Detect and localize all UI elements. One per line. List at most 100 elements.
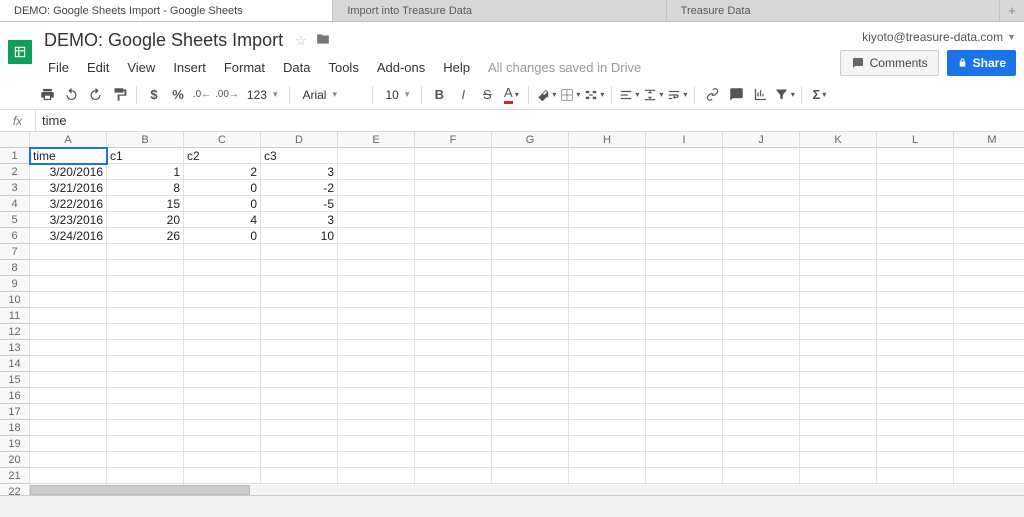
cell-A4[interactable]: 3/22/2016 bbox=[30, 196, 107, 212]
cell-K15[interactable] bbox=[800, 372, 877, 388]
cell-C4[interactable]: 0 bbox=[184, 196, 261, 212]
new-tab-button[interactable]: + bbox=[1000, 0, 1024, 21]
cell-G4[interactable] bbox=[492, 196, 569, 212]
cell-F14[interactable] bbox=[415, 356, 492, 372]
cell-A9[interactable] bbox=[30, 276, 107, 292]
paint-format-icon[interactable] bbox=[108, 83, 130, 107]
cell-E17[interactable] bbox=[338, 404, 415, 420]
cell-L12[interactable] bbox=[877, 324, 954, 340]
share-button[interactable]: Share bbox=[947, 50, 1016, 76]
cell-I18[interactable] bbox=[646, 420, 723, 436]
cell-I2[interactable] bbox=[646, 164, 723, 180]
cell-J20[interactable] bbox=[723, 452, 800, 468]
cell-G6[interactable] bbox=[492, 228, 569, 244]
horizontal-align-icon[interactable]: ▾ bbox=[618, 83, 640, 107]
cell-M9[interactable] bbox=[954, 276, 1024, 292]
cell-L11[interactable] bbox=[877, 308, 954, 324]
cell-A20[interactable] bbox=[30, 452, 107, 468]
redo-icon[interactable] bbox=[84, 83, 106, 107]
cell-A6[interactable]: 3/24/2016 bbox=[30, 228, 107, 244]
cell-A18[interactable] bbox=[30, 420, 107, 436]
cell-J12[interactable] bbox=[723, 324, 800, 340]
cell-M7[interactable] bbox=[954, 244, 1024, 260]
browser-tab-1[interactable]: Import into Treasure Data bbox=[333, 0, 666, 21]
cell-G18[interactable] bbox=[492, 420, 569, 436]
text-color-icon[interactable]: A▾ bbox=[500, 83, 522, 107]
folder-icon[interactable] bbox=[315, 32, 331, 49]
cell-J4[interactable] bbox=[723, 196, 800, 212]
cell-B16[interactable] bbox=[107, 388, 184, 404]
cell-F19[interactable] bbox=[415, 436, 492, 452]
cell-F12[interactable] bbox=[415, 324, 492, 340]
cell-H1[interactable] bbox=[569, 148, 646, 164]
cell-I12[interactable] bbox=[646, 324, 723, 340]
cell-L13[interactable] bbox=[877, 340, 954, 356]
cell-L20[interactable] bbox=[877, 452, 954, 468]
row-header-13[interactable]: 13 bbox=[0, 340, 30, 356]
cell-I11[interactable] bbox=[646, 308, 723, 324]
decimal-increase-icon[interactable]: .00→ bbox=[215, 83, 239, 107]
cell-F9[interactable] bbox=[415, 276, 492, 292]
cell-B10[interactable] bbox=[107, 292, 184, 308]
cell-L1[interactable] bbox=[877, 148, 954, 164]
cell-M1[interactable] bbox=[954, 148, 1024, 164]
column-header-C[interactable]: C bbox=[184, 132, 261, 148]
cell-M11[interactable] bbox=[954, 308, 1024, 324]
vertical-align-icon[interactable]: ▾ bbox=[642, 83, 664, 107]
cell-L7[interactable] bbox=[877, 244, 954, 260]
cell-D8[interactable] bbox=[261, 260, 338, 276]
cell-D1[interactable]: c3 bbox=[261, 148, 338, 164]
font-size-select[interactable]: 10▾ bbox=[379, 86, 415, 104]
cell-H11[interactable] bbox=[569, 308, 646, 324]
cell-F10[interactable] bbox=[415, 292, 492, 308]
cell-A12[interactable] bbox=[30, 324, 107, 340]
cell-B4[interactable]: 15 bbox=[107, 196, 184, 212]
cell-L8[interactable] bbox=[877, 260, 954, 276]
cell-L3[interactable] bbox=[877, 180, 954, 196]
cell-B3[interactable]: 8 bbox=[107, 180, 184, 196]
cell-F8[interactable] bbox=[415, 260, 492, 276]
cell-I19[interactable] bbox=[646, 436, 723, 452]
cell-D12[interactable] bbox=[261, 324, 338, 340]
cell-C17[interactable] bbox=[184, 404, 261, 420]
cell-K5[interactable] bbox=[800, 212, 877, 228]
font-select[interactable]: Arial▾ bbox=[296, 86, 366, 104]
document-title[interactable]: DEMO: Google Sheets Import bbox=[40, 28, 287, 53]
row-header-9[interactable]: 9 bbox=[0, 276, 30, 292]
cell-A17[interactable] bbox=[30, 404, 107, 420]
horizontal-scrollbar[interactable] bbox=[30, 485, 1024, 495]
undo-icon[interactable] bbox=[60, 83, 82, 107]
cell-J13[interactable] bbox=[723, 340, 800, 356]
cell-M18[interactable] bbox=[954, 420, 1024, 436]
cell-B1[interactable]: c1 bbox=[107, 148, 184, 164]
cell-C20[interactable] bbox=[184, 452, 261, 468]
cell-E1[interactable] bbox=[338, 148, 415, 164]
cell-A19[interactable] bbox=[30, 436, 107, 452]
row-header-15[interactable]: 15 bbox=[0, 372, 30, 388]
cell-J21[interactable] bbox=[723, 468, 800, 484]
user-email[interactable]: kiyoto@treasure-data.com ▼ bbox=[862, 30, 1016, 44]
cell-C18[interactable] bbox=[184, 420, 261, 436]
cell-L19[interactable] bbox=[877, 436, 954, 452]
cell-B6[interactable]: 26 bbox=[107, 228, 184, 244]
cell-E10[interactable] bbox=[338, 292, 415, 308]
cell-F11[interactable] bbox=[415, 308, 492, 324]
cell-H6[interactable] bbox=[569, 228, 646, 244]
cell-B14[interactable] bbox=[107, 356, 184, 372]
cell-L2[interactable] bbox=[877, 164, 954, 180]
cell-J18[interactable] bbox=[723, 420, 800, 436]
cell-G10[interactable] bbox=[492, 292, 569, 308]
cell-D5[interactable]: 3 bbox=[261, 212, 338, 228]
cell-I3[interactable] bbox=[646, 180, 723, 196]
cell-G14[interactable] bbox=[492, 356, 569, 372]
menu-help[interactable]: Help bbox=[435, 57, 478, 78]
column-header-L[interactable]: L bbox=[877, 132, 954, 148]
cell-K2[interactable] bbox=[800, 164, 877, 180]
cell-D10[interactable] bbox=[261, 292, 338, 308]
cell-C12[interactable] bbox=[184, 324, 261, 340]
cell-K11[interactable] bbox=[800, 308, 877, 324]
cell-B18[interactable] bbox=[107, 420, 184, 436]
cell-I1[interactable] bbox=[646, 148, 723, 164]
cell-H15[interactable] bbox=[569, 372, 646, 388]
column-header-F[interactable]: F bbox=[415, 132, 492, 148]
